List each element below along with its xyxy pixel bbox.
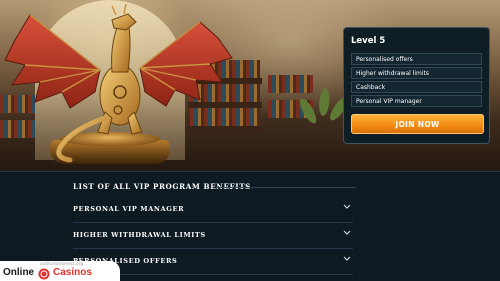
accordion-label: PERSONAL VIP MANAGER	[73, 205, 185, 213]
dragon-statue-illustration	[4, 3, 233, 163]
accordion-item-higher-withdrawal-limits[interactable]: HIGHER WITHDRAWAL LIMITS	[73, 223, 353, 249]
level-title: Level 5	[351, 36, 386, 46]
chevron-down-icon[interactable]	[343, 255, 351, 263]
join-now-button[interactable]: JOIN NOW	[351, 114, 484, 134]
heading-rule	[216, 187, 356, 188]
accordion-label: HIGHER WITHDRAWAL LIMITS	[73, 231, 206, 239]
perk-item: Higher withdrawal limits	[351, 67, 482, 79]
perk-item: Cashback	[351, 81, 482, 93]
bookshelf	[268, 75, 313, 93]
chevron-down-icon[interactable]	[343, 203, 351, 211]
perk-item: Personal VIP manager	[351, 95, 482, 107]
perk-item: Personalised offers	[351, 53, 482, 65]
casino-chip-logo	[38, 268, 50, 280]
chevron-down-icon[interactable]	[343, 229, 351, 237]
watermark-online-text: Online	[3, 267, 35, 278]
vip-level-card: Level 5 Personalised offers Higher withd…	[343, 27, 490, 144]
accordion-item-personal-vip-manager[interactable]: PERSONAL VIP MANAGER	[73, 197, 353, 223]
section-divider	[0, 171, 500, 172]
plant-leaf	[318, 87, 331, 117]
watermark-casinos-text: Casinos	[53, 267, 92, 278]
watermark-badge: authorsinterest.org Online Casinos	[0, 261, 120, 281]
